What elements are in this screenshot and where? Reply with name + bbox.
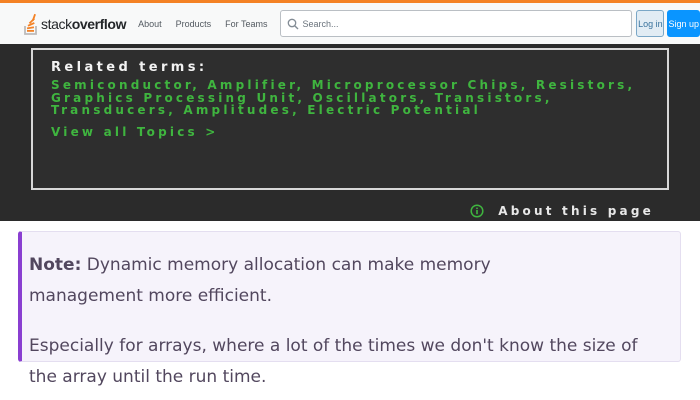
about-this-page-label: About this page <box>498 204 654 218</box>
nav-products[interactable]: Products <box>169 15 219 33</box>
nav-about[interactable]: About <box>131 15 169 33</box>
site-logo[interactable]: stackoverflow <box>24 9 126 39</box>
note-paragraph-2: Especially for arrays, where a lot of th… <box>29 336 638 387</box>
note-label: Note: <box>29 255 82 275</box>
related-terms-box: Related terms: Semiconductor, Amplifier,… <box>31 48 669 190</box>
top-bar: stackoverflow About Products For Teams L… <box>0 0 700 44</box>
search-box[interactable] <box>280 10 633 37</box>
info-circle-icon <box>470 204 484 218</box>
related-terms-list[interactable]: Semiconductor, Amplifier, Microprocessor… <box>51 79 641 117</box>
logo-word-stack: stack <box>41 15 72 32</box>
logo-word-overflow: overflow <box>71 15 127 32</box>
note-text: Dynamic memory allocation can make memor… <box>29 255 491 306</box>
related-terms-title: Related terms: <box>51 60 208 75</box>
view-all-topics-link[interactable]: View all Topics > <box>51 125 667 139</box>
about-this-page-link[interactable]: About this page <box>470 204 654 218</box>
login-button[interactable]: Log in <box>636 10 665 37</box>
stack-overflow-logo-icon <box>24 13 37 35</box>
nav-for-teams[interactable]: For Teams <box>218 15 274 33</box>
related-terms-panel: Related terms: Semiconductor, Amplifier,… <box>0 44 700 221</box>
note-paragraph: Note: Dynamic memory allocation can make… <box>29 250 589 312</box>
logo-wordmark: stackoverflow <box>41 16 126 32</box>
search-icon <box>288 18 299 29</box>
search-input[interactable] <box>302 18 632 29</box>
signup-button[interactable]: Sign up <box>667 10 700 37</box>
